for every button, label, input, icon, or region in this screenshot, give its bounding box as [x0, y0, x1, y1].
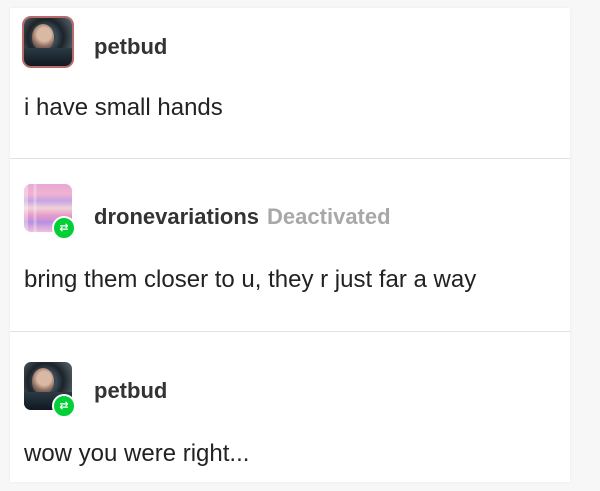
deactivated-status: Deactivated	[267, 204, 391, 229]
username-link[interactable]: petbud	[94, 34, 167, 60]
post-thread: petbud i have small hands ⇄ dronevariati…	[10, 8, 570, 482]
username-text[interactable]: dronevariations	[94, 204, 259, 229]
user-avatar[interactable]	[24, 18, 72, 66]
username-link[interactable]: dronevariations Deactivated	[94, 204, 391, 230]
post-text: wow you were right...	[24, 440, 250, 467]
username-link[interactable]: petbud	[94, 378, 167, 404]
divider	[10, 331, 570, 332]
post-text: bring them closer to u, they r just far …	[24, 266, 477, 293]
divider	[10, 158, 570, 159]
reblog-icon: ⇄	[52, 216, 76, 240]
post-text: i have small hands	[24, 94, 223, 121]
reblog-icon: ⇄	[52, 394, 76, 418]
